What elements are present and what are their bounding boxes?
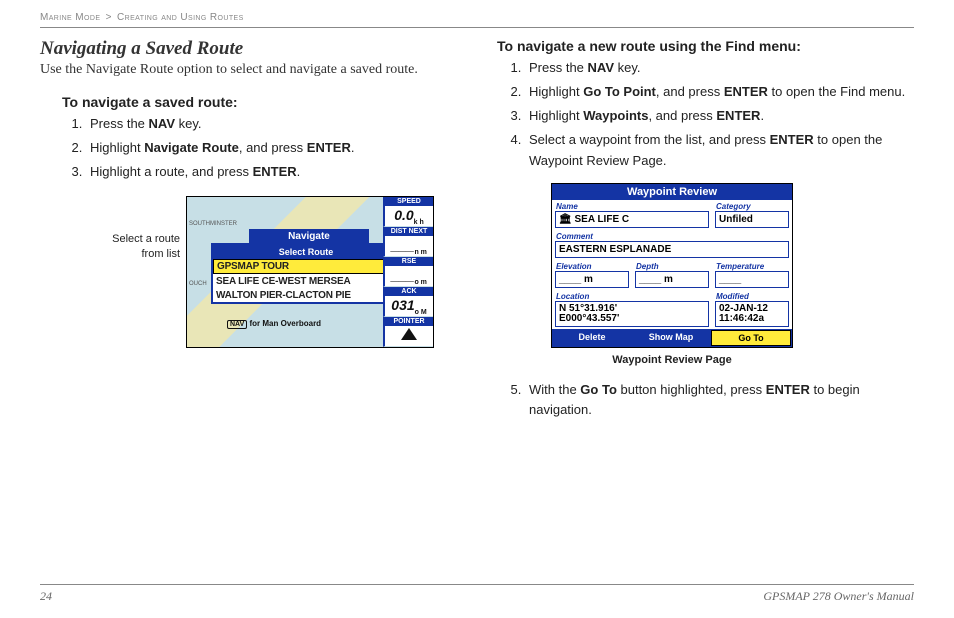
right-column: To navigate a new route using the Find m… — [497, 38, 914, 424]
step-item: Press the NAV key. — [86, 114, 457, 134]
field-comment: EASTERN ESPLANADE — [555, 241, 789, 258]
mob-hint: NAV for Man Overboard — [227, 319, 321, 329]
step-item: Highlight a route, and press ENTER. — [86, 162, 457, 182]
route-row: WALTON PIER-CLACTON PIE — [213, 288, 399, 302]
section-heading: Navigating a Saved Route — [40, 38, 457, 60]
label-category: Category — [712, 200, 792, 211]
field-depth: ____ m — [635, 271, 709, 288]
step-item: With the Go To button highlighted, press… — [525, 380, 914, 420]
page-footer: 24 GPSMAP 278 Owner's Manual — [40, 584, 914, 604]
steps-list-right: Press the NAV key. Highlight Go To Point,… — [525, 58, 914, 171]
figure-callout: Select a route from list — [90, 196, 180, 261]
field-location: N 51°31.916' E000°43.557' — [555, 301, 709, 327]
steps-list: Press the NAV key. Highlight Navigate Rou… — [86, 114, 457, 182]
label-elevation: Elevation — [552, 260, 632, 271]
step-item: Highlight Navigate Route, and press ENTE… — [86, 138, 457, 158]
right-data-panel: SPEED0.0k hDIST NEXT___n mRSE___o mACK03… — [383, 197, 433, 347]
step-item: Highlight Waypoints, and press ENTER. — [525, 106, 914, 126]
figure-left: Select a route from list SOUTHMINSTER OU… — [40, 196, 457, 348]
screenshot-waypoint-review: Waypoint Review Name Category 🏛 SEA LIFE… — [551, 183, 793, 348]
data-cell: DIST NEXT___n m — [383, 227, 433, 257]
figure-right: Waypoint Review Name Category 🏛 SEA LIFE… — [551, 183, 914, 348]
page-number: 24 — [40, 589, 52, 604]
wpr-title: Waypoint Review — [552, 184, 792, 200]
select-route-panel: Select Route GPSMAP TOUR SEA LIFE CE-WES… — [211, 243, 401, 304]
subheading: To navigate a saved route: — [62, 94, 457, 110]
subheading-right: To navigate a new route using the Find m… — [497, 38, 914, 54]
field-name: 🏛 SEA LIFE C — [555, 211, 709, 228]
step-item: Highlight Go To Point, and press ENTER t… — [525, 82, 914, 102]
manual-title: GPSMAP 278 Owner's Manual — [763, 589, 914, 604]
step-item: Press the NAV key. — [525, 58, 914, 78]
label-location: Location — [552, 290, 712, 301]
left-column: Navigating a Saved Route Use the Navigat… — [40, 38, 457, 424]
route-row: SEA LIFE CE-WEST MERSEA — [213, 274, 399, 288]
field-temperature: ____ — [715, 271, 789, 288]
showmap-button: Show Map — [632, 330, 710, 346]
breadcrumb: Marine Mode > Creating and Using Routes — [40, 12, 914, 28]
goto-button: Go To — [711, 330, 791, 346]
data-cell: POINTER — [383, 317, 433, 347]
button-row: Delete Show Map Go To — [552, 329, 792, 347]
data-cell: RSE___o m — [383, 257, 433, 287]
figure-caption: Waypoint Review Page — [551, 354, 793, 366]
delete-button: Delete — [553, 330, 631, 346]
section-intro: Use the Navigate Route option to select … — [40, 62, 457, 78]
label-name: Name — [552, 200, 712, 211]
step-item: Select a waypoint from the list, and pre… — [525, 130, 914, 170]
navigate-button: Navigate — [249, 229, 369, 244]
steps-list-right-cont: With the Go To button highlighted, press… — [525, 380, 914, 420]
crumb-2: Creating and Using Routes — [117, 12, 244, 23]
panel-title: Select Route — [213, 245, 399, 259]
data-cell: ACK031o M — [383, 287, 433, 317]
label-depth: Depth — [632, 260, 712, 271]
field-modified: 02-JAN-12 11:46:42a — [715, 301, 789, 327]
crumb-sep: > — [106, 12, 112, 23]
route-row-selected: GPSMAP TOUR — [213, 259, 399, 274]
label-comment: Comment — [552, 230, 792, 241]
crumb-1: Marine Mode — [40, 12, 100, 23]
screenshot-select-route: SOUTHMINSTER OUCH Navigate Select Route … — [186, 196, 434, 348]
label-modified: Modified — [712, 290, 792, 301]
field-elevation: ____ m — [555, 271, 629, 288]
field-category: Unfiled — [715, 211, 789, 228]
data-cell: SPEED0.0k h — [383, 197, 433, 227]
label-temperature: Temperature — [712, 260, 792, 271]
